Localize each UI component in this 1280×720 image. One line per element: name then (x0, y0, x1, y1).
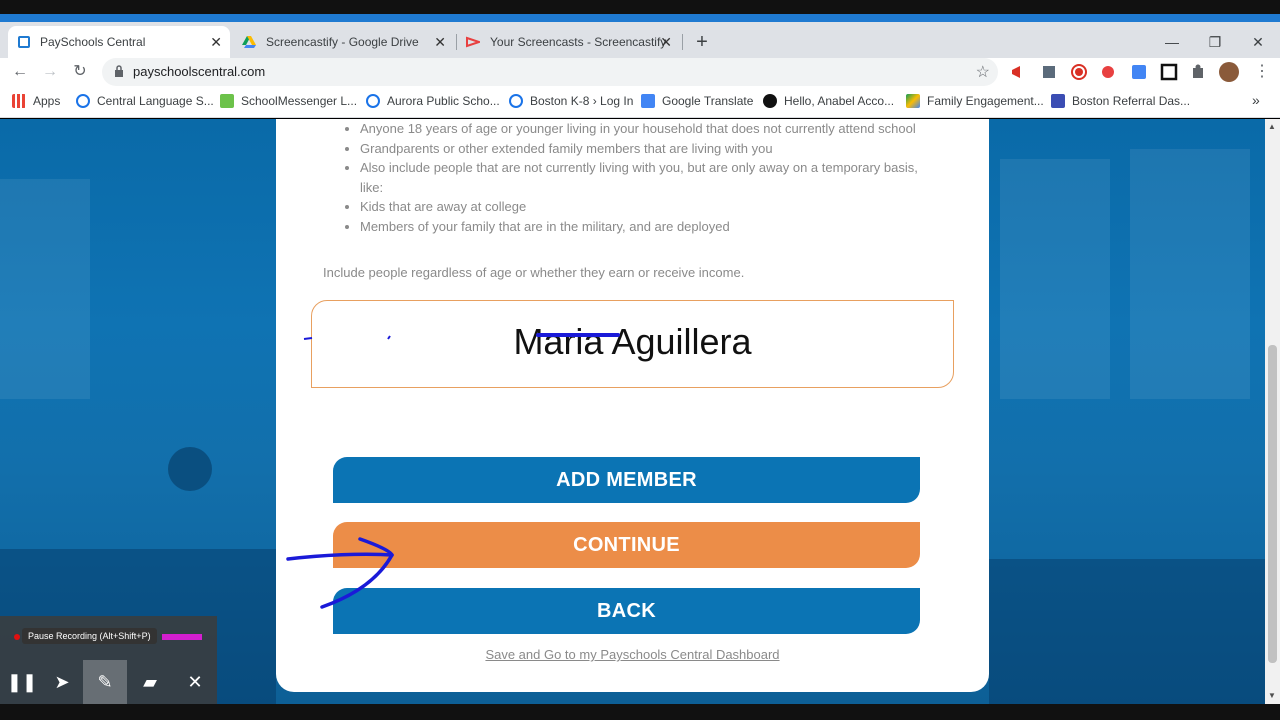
tab-screencastify-drive[interactable]: Screencastify - Google Drive ✕ (232, 26, 454, 58)
bookmark-globe-icon (509, 94, 523, 108)
minimize-icon[interactable]: — (1152, 26, 1192, 58)
bookmark-globe-icon (366, 94, 380, 108)
pen-icon[interactable]: ✎ (83, 660, 127, 704)
google-drive-icon (242, 35, 256, 49)
page-scrollbar[interactable]: ▲ ▼ (1265, 119, 1280, 704)
tab-payschools[interactable]: PaySchools Central ✕ (8, 26, 230, 58)
add-member-button[interactable]: ADD MEMBER (333, 457, 920, 503)
bookmark-central-language[interactable]: Central Language S... (76, 94, 214, 108)
back-arrow-icon[interactable]: ← (8, 60, 32, 84)
bookmark-globe-icon (76, 94, 90, 108)
cursor-icon[interactable]: ➤ (40, 660, 84, 704)
lock-icon (115, 65, 123, 77)
dashboard-link[interactable]: Save and Go to my Payschools Central Das… (276, 647, 989, 662)
bookmark-boston-k8[interactable]: Boston K-8 › Log In (509, 94, 633, 108)
background-window (1130, 149, 1250, 399)
background-window (0, 179, 90, 399)
screen-bottom-border (0, 704, 1280, 720)
address-bar: ← → ↻ payschoolscentral.com ☆ ⋮ (0, 58, 1280, 86)
list-item: Grandparents or other extended family me… (336, 139, 936, 159)
extensions-puzzle-icon[interactable] (1190, 63, 1208, 81)
dashboard-icon (1051, 94, 1065, 108)
close-tab-icon[interactable]: ✕ (660, 34, 672, 51)
annotation-arrow (286, 537, 394, 609)
bookmark-star-icon[interactable]: ☆ (976, 62, 990, 82)
bookmark-apps[interactable]: Apps (12, 94, 60, 108)
list-item: Anyone 18 years of age or younger living… (336, 119, 936, 139)
profile-avatar[interactable] (1219, 62, 1239, 82)
recording-indicator (14, 634, 20, 640)
recording-progress-bar (162, 634, 202, 640)
annotation-scribble (303, 333, 620, 340)
google-translate-icon (641, 94, 655, 108)
reload-icon[interactable]: ↻ (68, 60, 92, 84)
income-note: Include people regardless of age or whet… (323, 265, 745, 280)
list-item: Members of your family that are in the m… (336, 217, 936, 237)
close-window-icon[interactable]: ✕ (1238, 26, 1278, 58)
new-tab-plus-icon[interactable]: + (692, 26, 712, 58)
household-members-list: Anyone 18 years of age or younger living… (336, 119, 936, 236)
back-button[interactable]: BACK (333, 588, 920, 634)
translate-extension-icon[interactable] (1130, 63, 1148, 81)
forward-arrow-icon[interactable]: → (38, 60, 62, 84)
screencastify-extension-icon[interactable] (1100, 63, 1118, 81)
pause-tooltip: Pause Recording (Alt+Shift+P) (22, 628, 157, 644)
scrollbar-thumb[interactable] (1268, 345, 1277, 663)
screencastify-icon (466, 35, 483, 49)
tab-title: PaySchools Central (40, 35, 146, 49)
tools-extension-icon[interactable] (1040, 63, 1058, 81)
record-extension-icon[interactable] (1070, 63, 1088, 81)
megaphone-extension-icon[interactable] (1010, 63, 1028, 81)
scroll-up-icon[interactable]: ▲ (1268, 122, 1276, 131)
restore-icon[interactable]: ❐ (1195, 26, 1235, 58)
background-window (1000, 159, 1110, 399)
continue-button[interactable]: CONTINUE (333, 522, 920, 568)
schoolmessenger-icon (220, 94, 234, 108)
close-tab-icon[interactable]: ✕ (434, 34, 446, 51)
eraser-icon[interactable]: ▰ (128, 660, 172, 704)
tab-strip: PaySchools Central ✕ Screencastify - Goo… (0, 14, 1280, 58)
tab-title: Your Screencasts - Screencastify (490, 35, 667, 49)
more-bookmarks-chevron-icon[interactable]: » (1252, 92, 1260, 108)
google-drive-icon (906, 94, 920, 108)
close-toolbar-icon[interactable]: ✕ (173, 660, 217, 704)
bookmark-schoolmessenger[interactable]: SchoolMessenger L... (220, 94, 357, 108)
screen-top-border (0, 0, 1280, 14)
menu-kebab-icon[interactable]: ⋮ (1250, 60, 1274, 84)
bookmark-boston-referral[interactable]: Boston Referral Das... (1051, 94, 1190, 108)
pause-icon[interactable]: ❚❚ (0, 660, 44, 704)
bookmarks-bar: Apps Central Language S... SchoolMesseng… (0, 86, 1280, 118)
url-text: payschoolscentral.com (133, 64, 266, 79)
amazon-icon (763, 94, 777, 108)
url-bar[interactable]: payschoolscentral.com ☆ (102, 58, 998, 86)
qr-extension-icon[interactable] (1160, 63, 1178, 81)
background-globe (168, 447, 212, 491)
bookmark-family-engagement[interactable]: Family Engagement... (906, 94, 1044, 108)
background-desks (989, 559, 1265, 704)
bookmark-aurora[interactable]: Aurora Public Scho... (366, 94, 500, 108)
list-item: Kids that are away at college (336, 197, 936, 217)
payschools-favicon-icon (18, 36, 30, 48)
list-item: Also include people that are not current… (336, 158, 936, 197)
bookmark-google-translate[interactable]: Google Translate (641, 94, 753, 108)
scroll-down-icon[interactable]: ▼ (1268, 691, 1276, 700)
screencastify-toolbar: Pause Recording (Alt+Shift+P) ❚❚ ➤ ✎ ▰ ✕ (0, 616, 217, 704)
apps-grid-icon (12, 94, 26, 108)
tab-your-screencasts[interactable]: Your Screencasts - Screencastify ✕ (456, 26, 680, 58)
bookmark-hello-anabel[interactable]: Hello, Anabel Acco... (763, 94, 894, 108)
tab-title: Screencastify - Google Drive (266, 35, 419, 49)
close-tab-icon[interactable]: ✕ (210, 34, 222, 51)
